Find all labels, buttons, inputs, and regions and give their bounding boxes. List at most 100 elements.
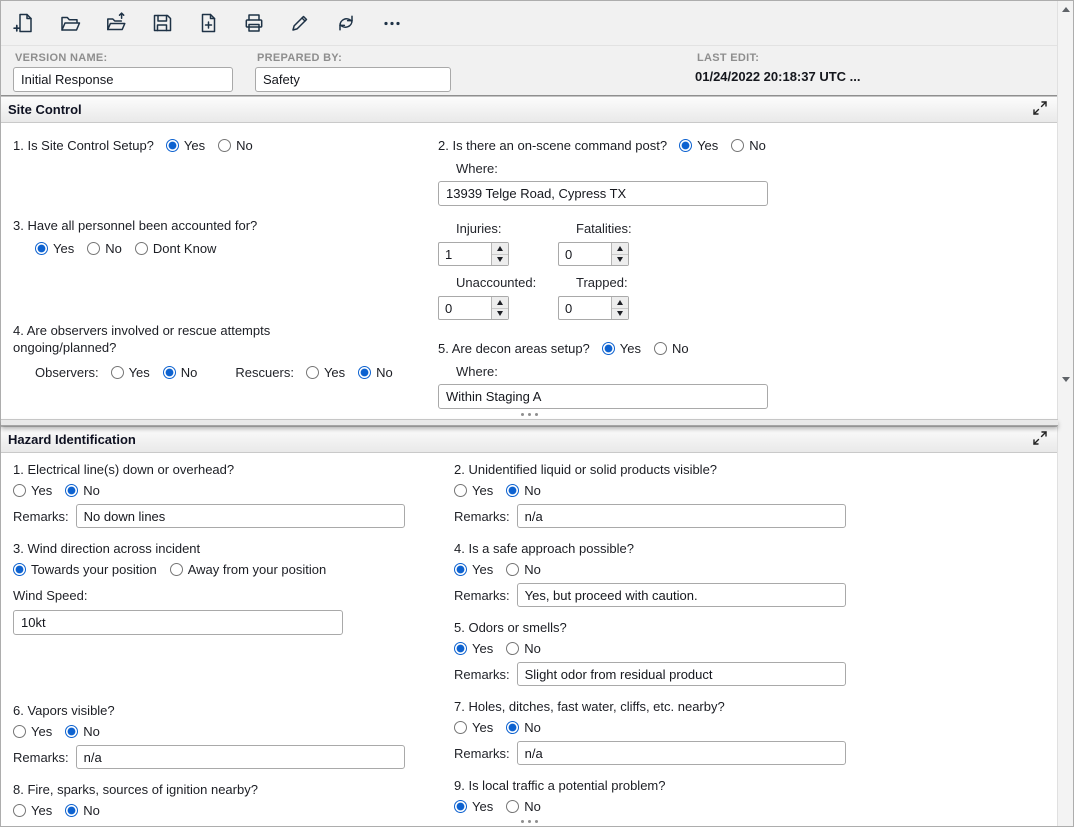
section-splitter[interactable]: [1, 419, 1058, 426]
radio-option[interactable]: Yes: [454, 799, 493, 814]
prepared-by-input[interactable]: [255, 67, 451, 92]
version-name-input[interactable]: [13, 67, 233, 92]
radio-input[interactable]: [358, 366, 371, 379]
radio-input[interactable]: [506, 563, 519, 576]
fatalities-input[interactable]: [559, 243, 611, 265]
radio-option[interactable]: No: [163, 365, 198, 380]
radio-input[interactable]: [454, 800, 467, 813]
radio-option[interactable]: Yes: [602, 341, 641, 356]
vertical-scrollbar[interactable]: [1057, 1, 1073, 826]
radio-option[interactable]: Dont Know: [135, 241, 217, 256]
trapped-input[interactable]: [559, 297, 611, 319]
radio-option[interactable]: No: [218, 138, 253, 153]
radio-input[interactable]: [87, 242, 100, 255]
print-button[interactable]: [242, 10, 266, 36]
expand-section-button[interactable]: [1031, 101, 1049, 119]
radio-option[interactable]: No: [731, 138, 766, 153]
radio-option[interactable]: No: [358, 365, 393, 380]
radio-input[interactable]: [602, 342, 615, 355]
radio-input[interactable]: [13, 804, 26, 817]
radio-input[interactable]: [65, 484, 78, 497]
radio-input[interactable]: [506, 721, 519, 734]
radio-input[interactable]: [111, 366, 124, 379]
section-resize-grip[interactable]: [1, 413, 1058, 416]
radio-input[interactable]: [654, 342, 667, 355]
radio-input[interactable]: [454, 721, 467, 734]
section-resize-grip[interactable]: [1, 820, 1058, 823]
edit-button[interactable]: [288, 10, 312, 36]
open-button[interactable]: [58, 10, 82, 36]
scroll-up-button[interactable]: [1058, 1, 1074, 17]
spinner-down-button[interactable]: [612, 309, 628, 320]
radio-input[interactable]: [731, 139, 744, 152]
radio-input[interactable]: [13, 725, 26, 738]
radio-option[interactable]: No: [87, 241, 122, 256]
spinner-up-button[interactable]: [492, 243, 508, 255]
radio-option[interactable]: Yes: [306, 365, 345, 380]
spinner-down-button[interactable]: [492, 309, 508, 320]
radio-option[interactable]: No: [506, 720, 541, 735]
radio-input[interactable]: [170, 563, 183, 576]
export-button[interactable]: [104, 10, 128, 36]
refresh-button[interactable]: [334, 10, 358, 36]
radio-input[interactable]: [679, 139, 692, 152]
command-post-where-input[interactable]: [438, 181, 768, 206]
unaccounted-input[interactable]: [439, 297, 491, 319]
q5-remarks-input[interactable]: [517, 662, 846, 686]
decon-where-input[interactable]: [438, 384, 768, 409]
spinner-up-button[interactable]: [492, 297, 508, 309]
q1-remarks-input[interactable]: [76, 504, 405, 528]
radio-option[interactable]: No: [654, 341, 689, 356]
radio-option[interactable]: No: [65, 803, 100, 818]
radio-option[interactable]: No: [65, 483, 100, 498]
radio-option[interactable]: Yes: [454, 720, 493, 735]
radio-option[interactable]: No: [506, 562, 541, 577]
more-options-button[interactable]: [380, 10, 404, 36]
radio-option[interactable]: No: [65, 724, 100, 739]
expand-section-button[interactable]: [1031, 431, 1049, 449]
add-document-button[interactable]: [196, 10, 220, 36]
spinner-down-button[interactable]: [612, 255, 628, 266]
radio-input[interactable]: [166, 139, 179, 152]
spinner-up-button[interactable]: [612, 243, 628, 255]
scroll-down-button[interactable]: [1058, 371, 1074, 387]
radio-option[interactable]: Yes: [454, 483, 493, 498]
radio-input[interactable]: [218, 139, 231, 152]
radio-input[interactable]: [506, 642, 519, 655]
radio-option[interactable]: Yes: [454, 562, 493, 577]
radio-option[interactable]: Away from your position: [170, 562, 327, 577]
radio-option[interactable]: Yes: [454, 641, 493, 656]
spinner-down-button[interactable]: [492, 255, 508, 266]
new-document-button[interactable]: [12, 10, 36, 36]
radio-option[interactable]: Yes: [679, 138, 718, 153]
q4-remarks-input[interactable]: [517, 583, 846, 607]
radio-option[interactable]: Yes: [35, 241, 74, 256]
radio-input[interactable]: [454, 642, 467, 655]
radio-input[interactable]: [13, 563, 26, 576]
radio-option[interactable]: Yes: [13, 724, 52, 739]
radio-option[interactable]: No: [506, 483, 541, 498]
radio-input[interactable]: [65, 804, 78, 817]
radio-option[interactable]: Towards your position: [13, 562, 157, 577]
radio-option[interactable]: Yes: [13, 483, 52, 498]
q6-remarks-input[interactable]: [76, 745, 405, 769]
radio-input[interactable]: [506, 800, 519, 813]
radio-option[interactable]: No: [506, 799, 541, 814]
radio-option[interactable]: No: [506, 641, 541, 656]
q2-remarks-input[interactable]: [517, 504, 846, 528]
radio-input[interactable]: [35, 242, 48, 255]
radio-option[interactable]: Yes: [166, 138, 205, 153]
radio-input[interactable]: [454, 563, 467, 576]
radio-input[interactable]: [65, 725, 78, 738]
q7-remarks-input[interactable]: [517, 741, 846, 765]
radio-option[interactable]: Yes: [111, 365, 150, 380]
radio-input[interactable]: [135, 242, 148, 255]
radio-option[interactable]: Yes: [13, 803, 52, 818]
radio-input[interactable]: [506, 484, 519, 497]
wind-speed-input[interactable]: [13, 610, 343, 635]
save-button[interactable]: [150, 10, 174, 36]
radio-input[interactable]: [454, 484, 467, 497]
spinner-up-button[interactable]: [612, 297, 628, 309]
radio-input[interactable]: [163, 366, 176, 379]
injuries-input[interactable]: [439, 243, 491, 265]
